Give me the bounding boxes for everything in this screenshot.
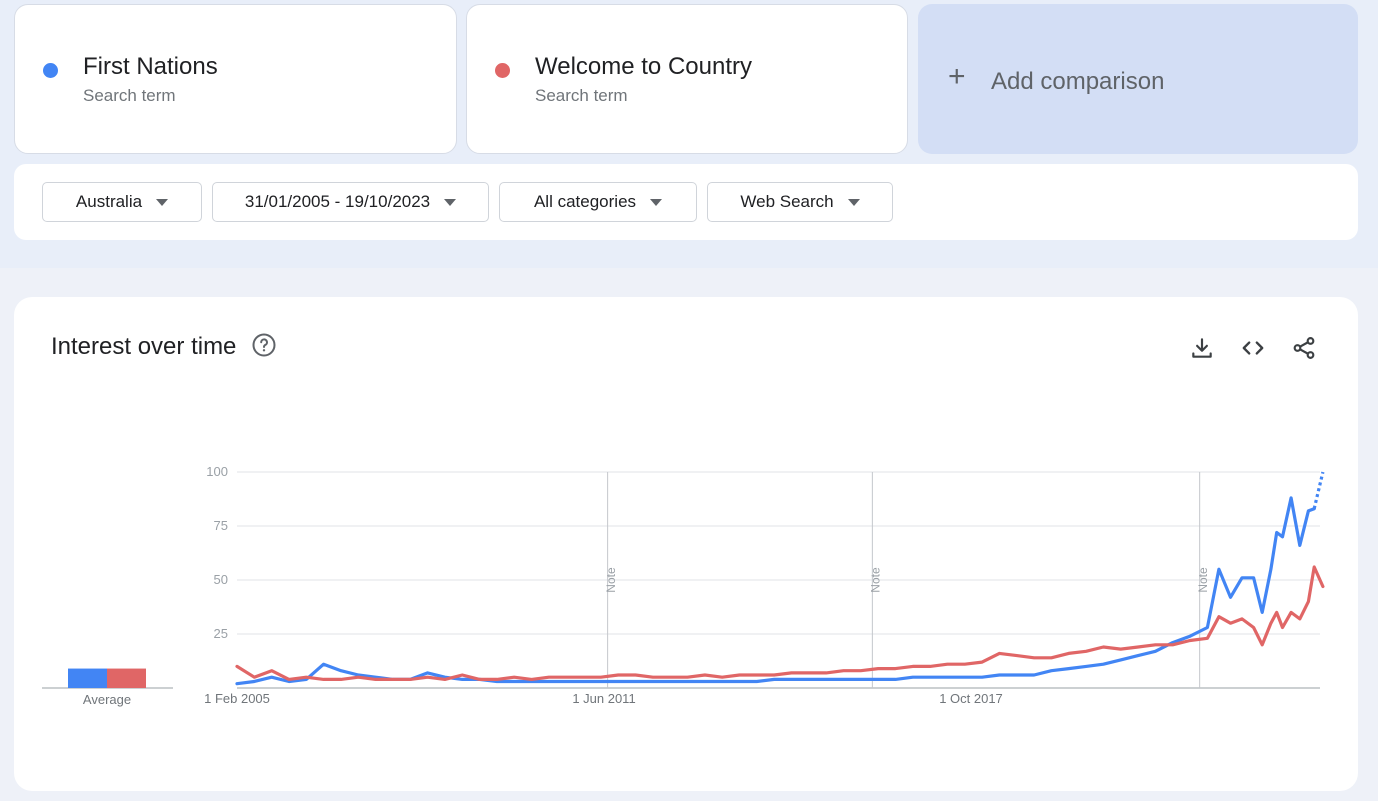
interest-chart: 100 75 50 25 Note Note Note 1 Feb 2005 1 Jun 201…: [42, 464, 1325, 707]
y-tick-label: 25: [214, 626, 228, 641]
x-tick-label: 1 Feb 2005: [204, 691, 270, 706]
y-tick-label: 50: [214, 572, 228, 587]
y-tick-label: 75: [214, 518, 228, 533]
note-label: Note: [1196, 567, 1210, 593]
note-label: Note: [869, 567, 883, 593]
note-label: Note: [604, 567, 618, 593]
y-tick-label: 100: [206, 464, 228, 479]
x-tick-label: 1 Oct 2017: [939, 691, 1003, 706]
series-line-1: [235, 565, 1325, 681]
average-label: Average: [83, 692, 131, 707]
average-bar: [68, 668, 107, 688]
x-tick-label: 1 Jun 2011: [572, 691, 635, 706]
series-projected-line-0: [1312, 471, 1325, 510]
average-bar: [107, 668, 146, 688]
